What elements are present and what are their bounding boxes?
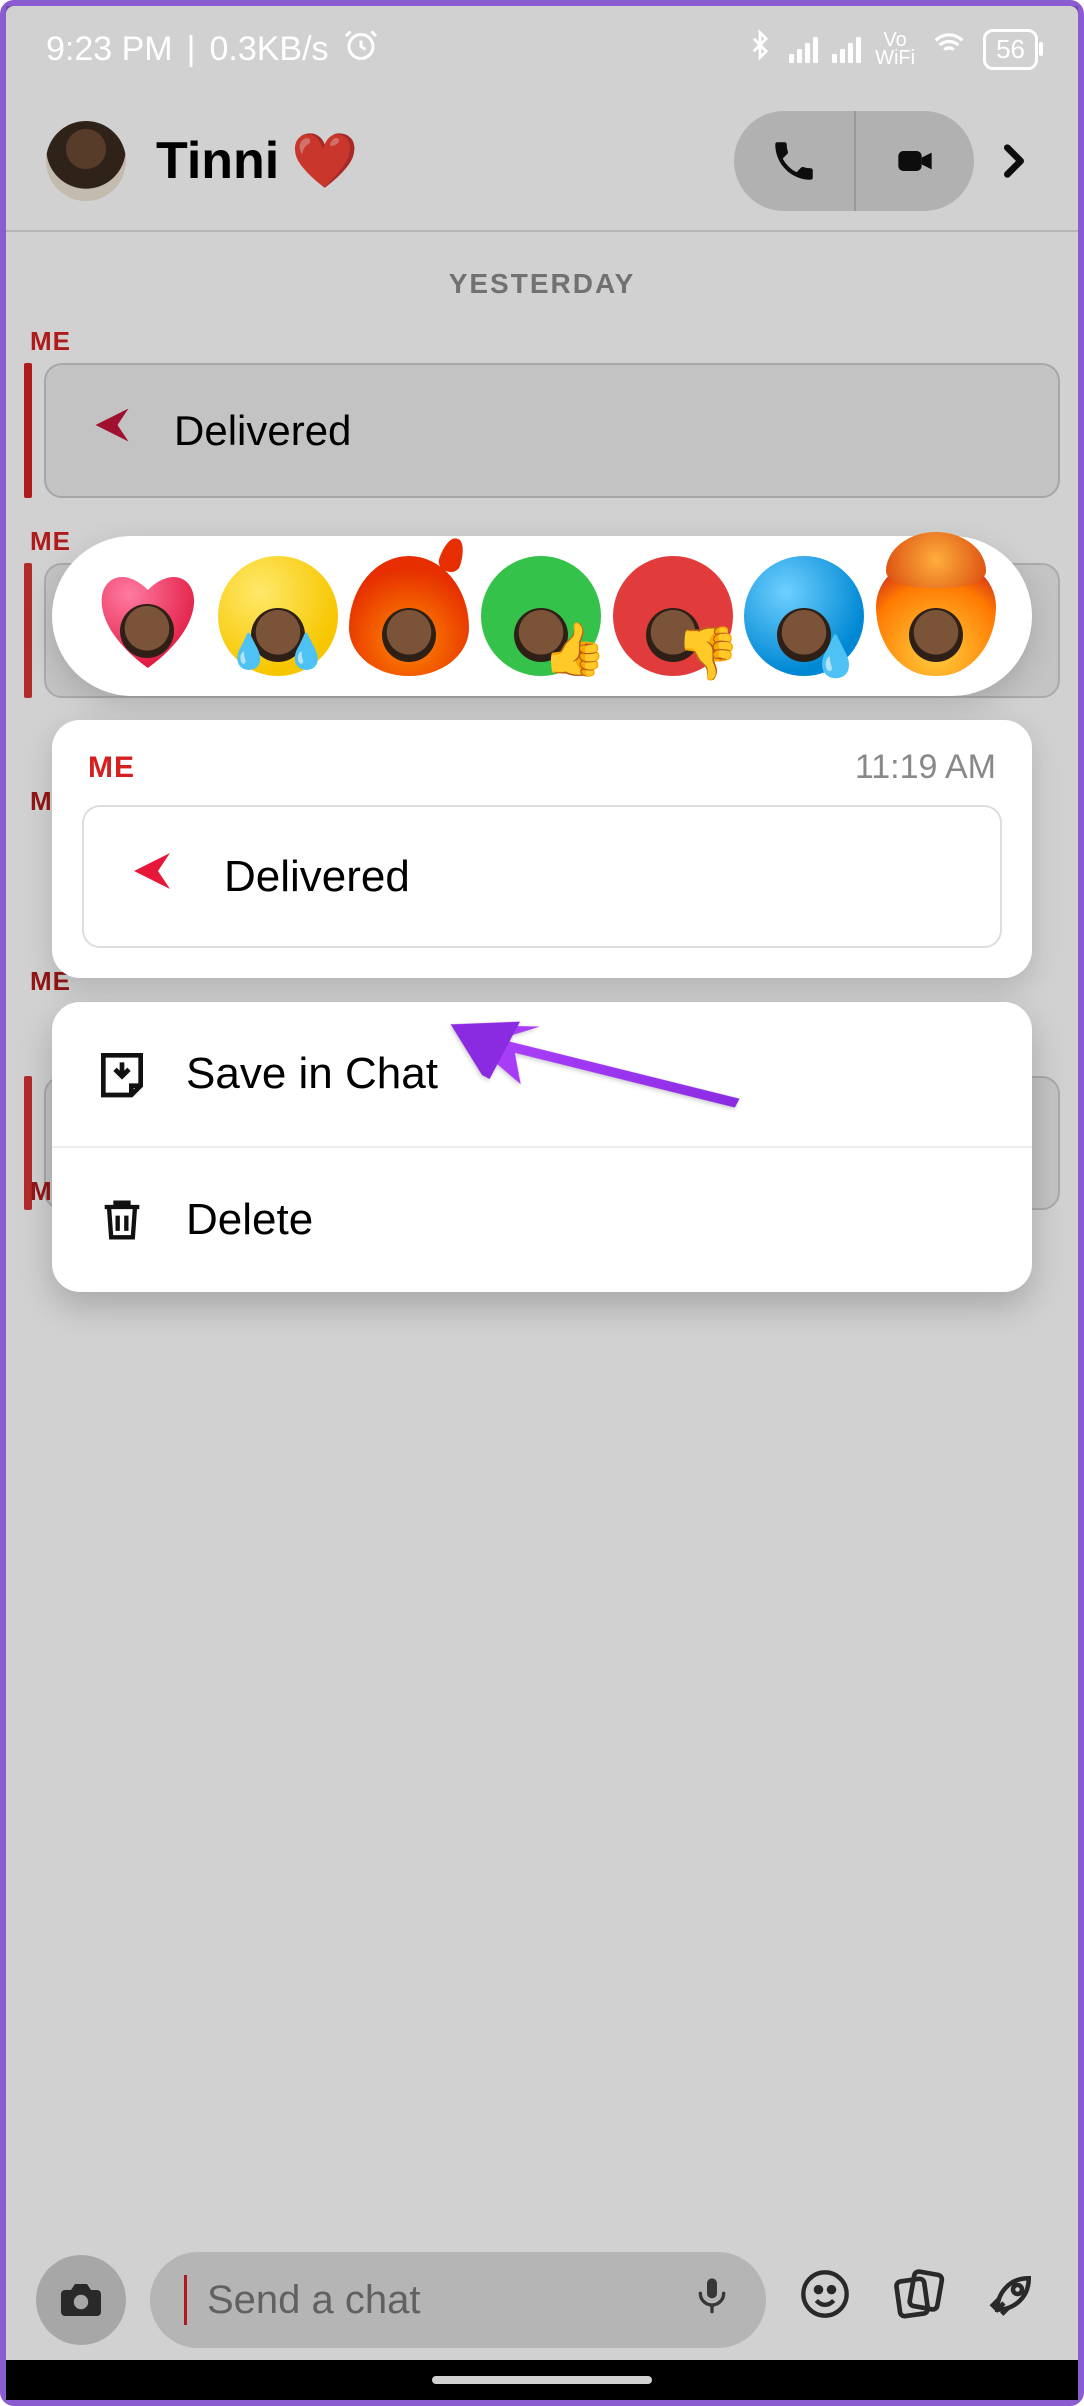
reaction-thumbs-down[interactable]: [613, 556, 733, 676]
contact-title[interactable]: Tinni ❤️: [156, 130, 359, 193]
reaction-laugh[interactable]: 💧💧: [218, 556, 338, 676]
call-controls: [734, 111, 974, 211]
rocket-button[interactable]: [978, 2267, 1048, 2333]
bluetooth-icon: [745, 28, 775, 71]
video-call-button[interactable]: [854, 111, 974, 211]
reaction-mind-blown[interactable]: [876, 556, 996, 676]
selected-sender-label: ME: [88, 751, 135, 785]
status-time: 9:23 PM: [46, 30, 173, 69]
message-context-popup: 💧💧 ME 11:19 AM Delivered Save in Chat: [52, 536, 1032, 1292]
sent-snap-icon: [128, 847, 176, 906]
microphone-icon[interactable]: [692, 2271, 732, 2330]
system-nav-bar: [6, 2360, 1078, 2400]
menu-delete[interactable]: Delete: [52, 1146, 1032, 1292]
heart-icon: ❤️: [291, 130, 358, 193]
wifi-icon: [929, 29, 969, 70]
status-divider: |: [187, 30, 196, 69]
battery-icon: 56: [983, 29, 1038, 70]
vowifi-icon: VoWiFi: [875, 31, 915, 67]
reaction-cry[interactable]: [744, 556, 864, 676]
alarm-icon: [343, 27, 379, 72]
signal-2-icon: [832, 35, 861, 63]
contact-name: Tinni: [156, 131, 279, 191]
selected-snap-status: Delivered: [224, 852, 410, 902]
sent-snap-icon: [90, 403, 134, 458]
input-placeholder: Send a chat: [207, 2278, 672, 2323]
selected-message-card: ME 11:19 AM Delivered: [52, 720, 1032, 978]
status-netspeed: 0.3KB/s: [209, 30, 328, 69]
selected-snap-box: Delivered: [82, 805, 1002, 948]
snap-status-box[interactable]: Delivered: [44, 363, 1060, 498]
selected-message-time: 11:19 AM: [855, 748, 996, 787]
menu-delete-label: Delete: [186, 1195, 313, 1245]
chat-settings-chevron-icon[interactable]: [974, 131, 1054, 191]
sender-label: ME: [6, 316, 1078, 363]
signal-1-icon: [789, 35, 818, 63]
reaction-thumbs-up[interactable]: [481, 556, 601, 676]
audio-call-button[interactable]: [734, 111, 854, 211]
home-indicator[interactable]: [432, 2376, 652, 2384]
day-divider-yesterday: YESTERDAY: [6, 252, 1078, 316]
status-bar: 9:23 PM | 0.3KB/s VoWiFi 56: [6, 6, 1078, 92]
reaction-picker: 💧💧: [52, 536, 1032, 696]
menu-save-label: Save in Chat: [186, 1049, 438, 1099]
text-cursor: [184, 2275, 187, 2325]
chat-text-input[interactable]: Send a chat: [150, 2252, 766, 2348]
save-icon: [92, 1044, 152, 1104]
stickers-button[interactable]: [790, 2268, 860, 2332]
reaction-heart[interactable]: [88, 560, 206, 672]
trash-icon: [92, 1190, 152, 1250]
contact-avatar[interactable]: [46, 121, 126, 201]
reaction-fire[interactable]: [349, 556, 469, 676]
camera-button[interactable]: [36, 2255, 126, 2345]
sender-accent-bar: [24, 563, 32, 698]
snap-status-text: Delivered: [174, 407, 351, 455]
chat-header: Tinni ❤️: [6, 92, 1078, 232]
gallery-button[interactable]: [884, 2266, 954, 2334]
sender-accent-bar: [24, 363, 32, 498]
message-row[interactable]: Delivered: [6, 363, 1078, 516]
chat-input-bar: Send a chat: [6, 2240, 1078, 2360]
